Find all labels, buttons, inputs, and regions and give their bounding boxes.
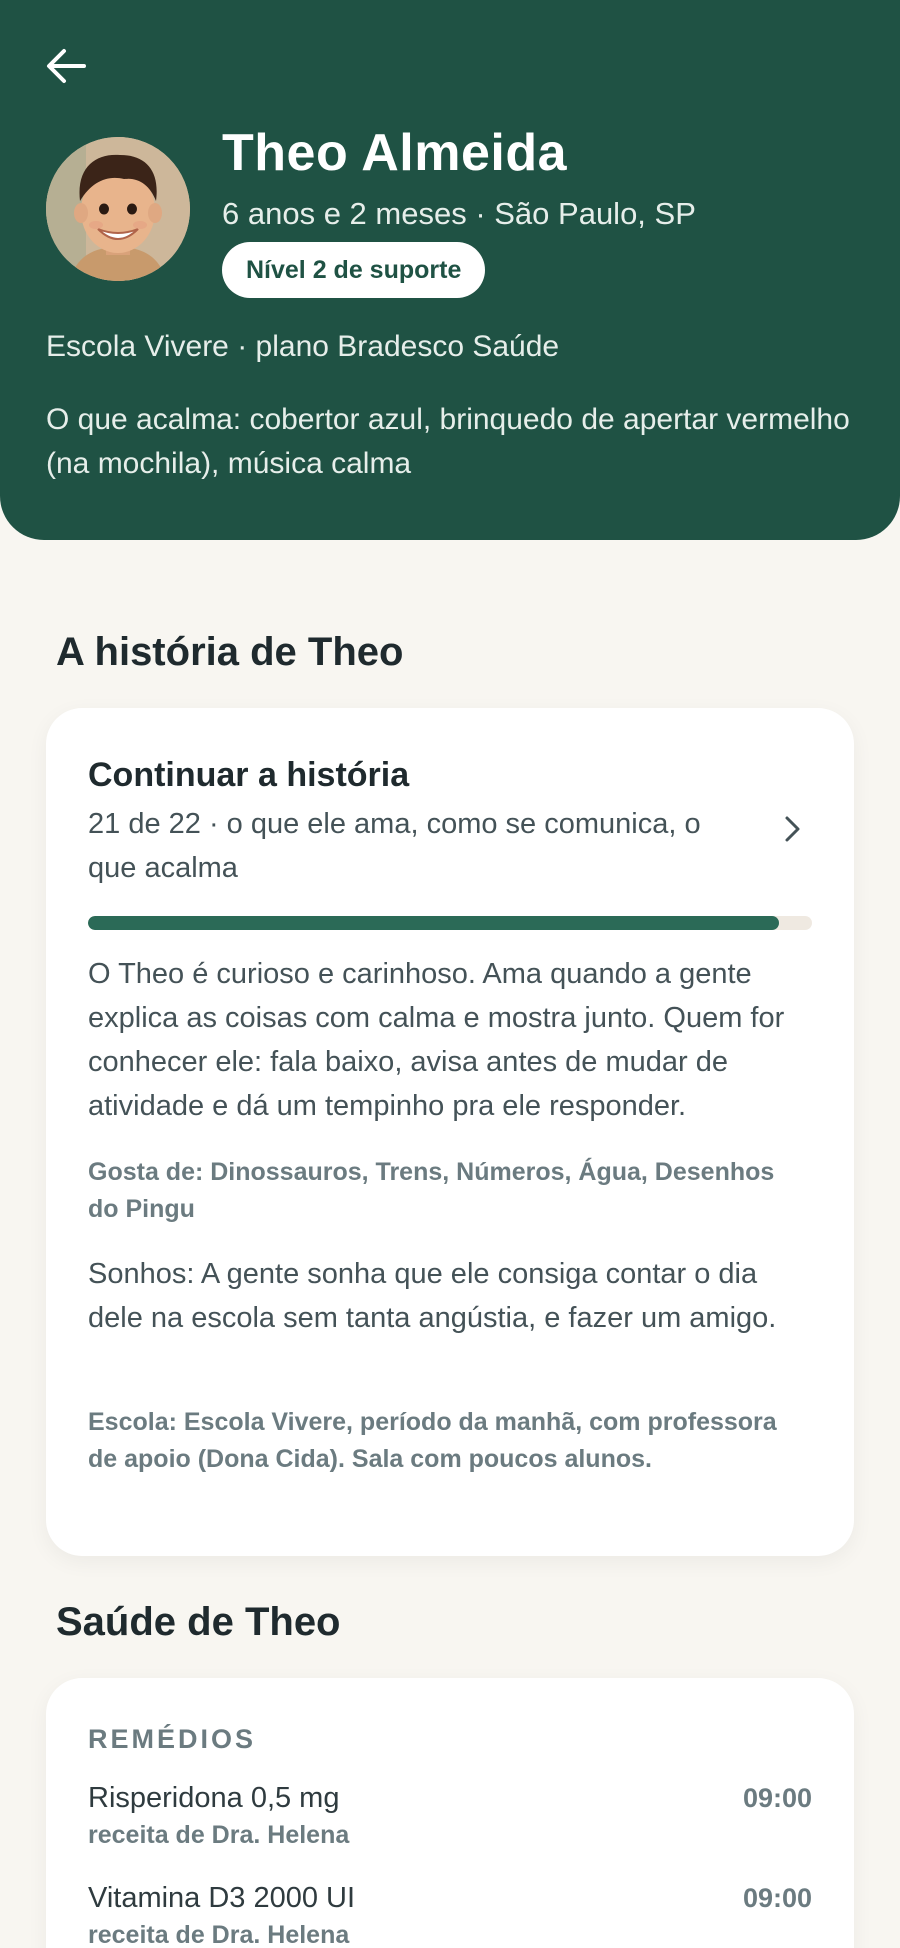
medication-name: Risperidona 0,5 mg — [88, 1782, 340, 1814]
story-card-title: Continuar a história — [88, 756, 410, 794]
arrow-left-icon — [47, 49, 86, 83]
story-progress-fill — [88, 916, 780, 930]
health-section-title: Saúde de Theo — [56, 1600, 341, 1644]
medication-name: Vitamina D3 2000 UI — [88, 1882, 356, 1914]
back-button[interactable] — [44, 40, 104, 92]
story-likes: Gosta de: Dinossauros, Trens, Números, Á… — [88, 1158, 775, 1223]
child-age-location: 6 anos e 2 meses · São Paulo, SP — [222, 196, 696, 231]
story-summary: O Theo é curioso e carinhoso. Ama quando… — [88, 958, 785, 1122]
child-name: Theo Almeida — [222, 124, 568, 182]
medication-item[interactable]: Vitamina D3 2000 UI receita de Dra. Hele… — [88, 1878, 812, 1948]
continue-story-button[interactable]: Continuar a história 21 de 22 · o que el… — [88, 752, 808, 898]
medication-prescriber: receita de Dra. Helena — [88, 1821, 350, 1849]
school-and-plan: Escola Vivere · plano Bradesco Saúde — [46, 330, 560, 363]
story-section-title: A história de Theo — [56, 630, 404, 674]
medications-label: REMÉDIOS — [88, 1724, 257, 1754]
medication-time: 09:00 — [742, 1783, 812, 1813]
story-progress-text: 21 de 22 · o que ele ama, como se comuni… — [88, 808, 701, 884]
story-dreams: Sonhos: A gente sonha que ele consiga co… — [88, 1258, 777, 1334]
story-school: Escola: Escola Vivere, período da manhã,… — [88, 1408, 777, 1473]
profile-header: Theo Almeida 6 anos e 2 meses · São Paul… — [0, 0, 900, 540]
medication-prescriber: receita de Dra. Helena — [88, 1921, 350, 1948]
story-progress-bar — [88, 916, 812, 930]
health-card: REMÉDIOS Risperidona 0,5 mg receita de D… — [46, 1678, 854, 1948]
chevron-right-icon — [785, 816, 800, 842]
calming-items: O que acalma: cobertor azul, brinquedo d… — [46, 403, 850, 480]
medication-item[interactable]: Risperidona 0,5 mg receita de Dra. Helen… — [88, 1778, 812, 1858]
avatar — [46, 137, 190, 281]
story-card: Continuar a história 21 de 22 · o que el… — [46, 708, 854, 1556]
profile-screen: Theo Almeida 6 anos e 2 meses · São Paul… — [0, 0, 900, 1948]
support-level-badge: Nível 2 de suporte — [222, 242, 486, 298]
child-photo — [46, 137, 190, 281]
medication-time: 09:00 — [742, 1883, 812, 1913]
